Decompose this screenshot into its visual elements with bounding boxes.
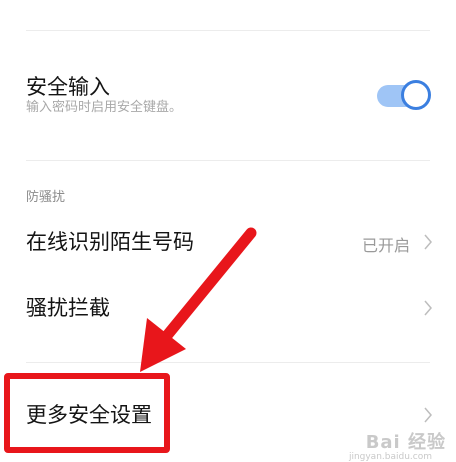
section-divider bbox=[26, 160, 430, 161]
toggle-knob bbox=[401, 80, 431, 110]
chevron-right-icon bbox=[422, 299, 434, 317]
bottom-divider bbox=[26, 362, 430, 363]
secure-input-toggle[interactable] bbox=[377, 80, 431, 110]
harassment-block-label: 骚扰拦截 bbox=[26, 296, 110, 320]
annotation-highlight-box bbox=[4, 373, 170, 453]
chevron-right-icon bbox=[422, 233, 434, 251]
watermark-url: jingyan.baidu.com bbox=[348, 452, 432, 462]
chevron-right-icon bbox=[422, 406, 434, 424]
secure-input-subtitle: 输入密码时启用安全键盘。 bbox=[26, 100, 183, 115]
harassment-block-row[interactable]: 骚扰拦截 bbox=[0, 288, 456, 328]
top-divider bbox=[26, 30, 430, 31]
watermark-brand: Bai 经验 bbox=[365, 432, 446, 453]
section-header-harassment: 防骚扰 bbox=[26, 190, 66, 205]
online-identify-status: 已开启 bbox=[361, 236, 410, 255]
secure-input-title: 安全输入 bbox=[26, 75, 110, 99]
online-identify-label: 在线识别陌生号码 bbox=[26, 230, 194, 254]
online-identify-row[interactable]: 在线识别陌生号码 已开启 bbox=[0, 222, 456, 262]
